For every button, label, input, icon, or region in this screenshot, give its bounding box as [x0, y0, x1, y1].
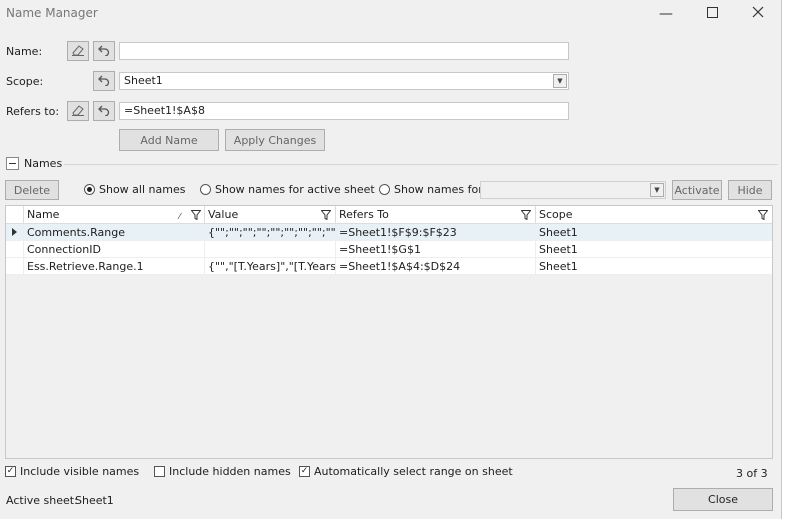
undo-scope-button[interactable]	[93, 71, 115, 91]
col-header-name[interactable]: Name ⁄	[24, 206, 205, 224]
active-sheet-label: Active sheet:	[6, 494, 78, 507]
show-active-label: Show names for active sheet	[215, 183, 375, 196]
row-indicator	[6, 224, 24, 241]
undo-icon	[98, 74, 110, 89]
cell-refers-to[interactable]: =Sheet1!$G$1	[336, 241, 536, 258]
row-indicator	[6, 258, 24, 275]
include-visible-checkbox[interactable]: ✓ Include visible names	[5, 465, 139, 478]
scope-select[interactable]: Sheet1 ▼	[119, 72, 569, 90]
name-manager-window: Name Manager — Name: Scope: Sheet1 ▼ Ref…	[0, 0, 782, 519]
include-visible-label: Include visible names	[20, 465, 140, 478]
minimize-icon[interactable]: —	[654, 4, 678, 24]
apply-changes-button[interactable]: Apply Changes	[225, 129, 325, 151]
radio-dot	[84, 184, 95, 195]
section-divider	[64, 164, 778, 165]
current-row-icon	[12, 228, 17, 236]
cell-scope[interactable]: Sheet1	[536, 241, 772, 258]
cell-value[interactable]	[205, 241, 336, 258]
radio-dot	[379, 184, 390, 195]
collapse-icon[interactable]	[6, 157, 19, 170]
clear-name-button[interactable]	[67, 41, 89, 61]
row-indicator	[6, 241, 24, 258]
auto-select-checkbox[interactable]: ✓ Automatically select range on sheet	[299, 465, 513, 478]
filter-icon[interactable]	[757, 209, 769, 221]
cell-value[interactable]: {"","[T.Years]","[T.Years...	[205, 258, 336, 275]
activate-button[interactable]: Activate	[672, 180, 722, 200]
clear-refers-button[interactable]	[67, 101, 89, 121]
name-count: 3 of 3	[736, 467, 768, 480]
cell-value[interactable]: {"";"";"";"";"";"";"";"";"";"";"";"";...	[205, 224, 336, 241]
refers-to-input[interactable]: =Sheet1!$A$8	[119, 102, 569, 120]
chevron-down-icon[interactable]: ▼	[650, 183, 664, 197]
include-hidden-label: Include hidden names	[169, 465, 291, 478]
show-all-label: Show all names	[99, 183, 186, 196]
name-input[interactable]	[119, 42, 569, 60]
filter-icon[interactable]	[320, 209, 332, 221]
cell-refers-to[interactable]: =Sheet1!$A$4:$D$24	[336, 258, 536, 275]
show-for-label: Show names for:	[394, 183, 487, 196]
radio-dot	[200, 184, 211, 195]
maximize-icon[interactable]	[700, 4, 724, 24]
col-header-scope[interactable]: Scope	[536, 206, 772, 224]
filter-icon[interactable]	[190, 209, 202, 221]
table-row[interactable]: ConnectionID =Sheet1!$G$1 Sheet1	[6, 241, 772, 258]
include-hidden-checkbox[interactable]: Include hidden names	[154, 465, 291, 478]
name-label: Name:	[6, 45, 43, 58]
show-active-radio[interactable]: Show names for active sheet	[200, 183, 375, 196]
refers-to-label: Refers to:	[6, 105, 60, 118]
sort-icon[interactable]: ⁄	[179, 208, 190, 221]
col-header-refers-to[interactable]: Refers To	[336, 206, 536, 224]
window-title: Name Manager	[6, 6, 98, 20]
active-sheet-value: Sheet1	[75, 494, 114, 507]
undo-icon	[98, 44, 110, 59]
show-all-radio[interactable]: Show all names	[84, 183, 185, 196]
cell-scope[interactable]: Sheet1	[536, 224, 772, 241]
cell-refers-to[interactable]: =Sheet1!$F$9:$F$23	[336, 224, 536, 241]
table-row[interactable]: Ess.Retrieve.Range.1 {"","[T.Years]","[T…	[6, 258, 772, 275]
scope-value: Sheet1	[124, 74, 163, 87]
eraser-icon	[71, 104, 85, 119]
cell-name[interactable]: Ess.Retrieve.Range.1	[24, 258, 205, 275]
cell-scope[interactable]: Sheet1	[536, 258, 772, 275]
scope-label: Scope:	[6, 75, 44, 88]
names-section-title: Names	[24, 157, 63, 170]
col-header-value[interactable]: Value	[205, 206, 336, 224]
close-window-icon[interactable]	[746, 4, 770, 24]
eraser-icon	[71, 44, 85, 59]
check-icon: ✓	[299, 466, 310, 477]
add-name-button[interactable]: Add Name	[119, 129, 219, 151]
row-indicator-header	[6, 206, 24, 224]
show-for-radio[interactable]: Show names for:	[379, 183, 486, 196]
close-button[interactable]: Close	[673, 488, 773, 511]
delete-button[interactable]: Delete	[5, 180, 59, 200]
cell-name[interactable]: Comments.Range	[24, 224, 205, 241]
undo-refers-button[interactable]	[93, 101, 115, 121]
chevron-down-icon[interactable]: ▼	[553, 74, 567, 88]
check-icon: ✓	[5, 466, 16, 477]
undo-icon	[98, 104, 110, 119]
names-table: Name ⁄ Value Refers To Scope Comments.Ra…	[5, 205, 773, 459]
checkbox-box	[154, 466, 165, 477]
table-row[interactable]: Comments.Range {"";"";"";"";"";"";"";"";…	[6, 224, 772, 241]
table-header: Name ⁄ Value Refers To Scope	[6, 206, 772, 224]
sheet-select[interactable]: ▼	[480, 181, 666, 199]
undo-name-button[interactable]	[93, 41, 115, 61]
auto-select-label: Automatically select range on sheet	[314, 465, 513, 478]
filter-icon[interactable]	[520, 209, 532, 221]
cell-name[interactable]: ConnectionID	[24, 241, 205, 258]
hide-button[interactable]: Hide	[728, 180, 772, 200]
